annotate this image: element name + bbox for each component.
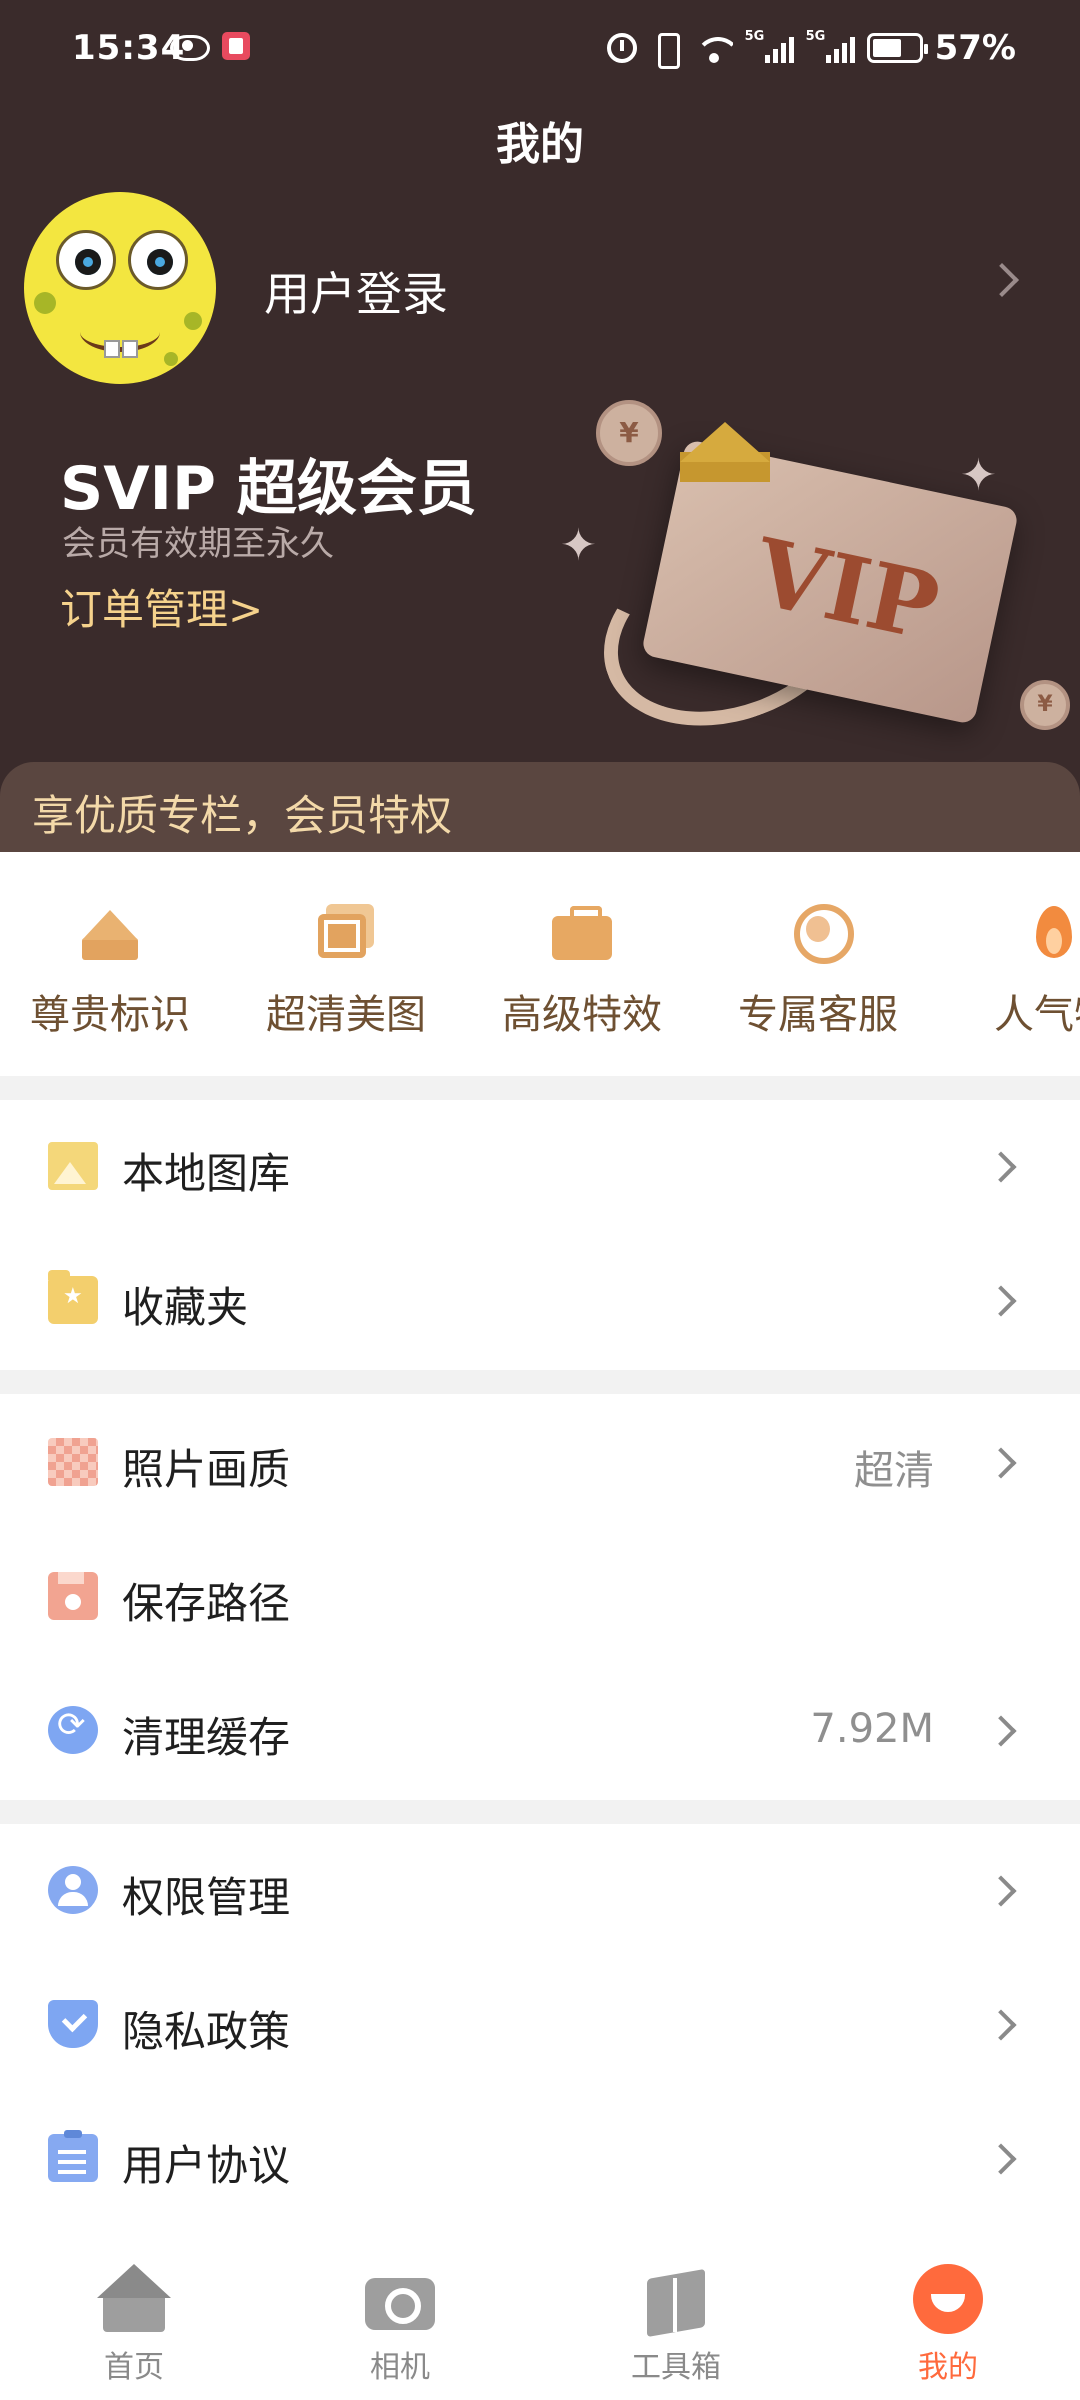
- menu-label: 权限管理: [122, 1873, 291, 1922]
- crown-icon: [78, 904, 142, 960]
- nav-label: 工具箱: [631, 2350, 721, 2385]
- status-right-icons: 5G 5G 57%: [606, 28, 1016, 69]
- battery-icon: [866, 33, 928, 63]
- chevron-right-icon: [985, 1151, 1017, 1183]
- chevron-right-icon: [985, 2009, 1017, 2041]
- section-divider: [0, 1076, 1080, 1100]
- privilege-item[interactable]: 人气特: [944, 904, 1080, 1040]
- battery-level: 57%: [934, 28, 1016, 68]
- clipboard-icon: [48, 2130, 98, 2182]
- login-button[interactable]: 用户登录: [264, 258, 448, 324]
- page-title: 我的: [496, 119, 584, 170]
- status-bar: 15:34 5G 5G 57%: [0, 0, 1080, 104]
- nav-label: 首页: [104, 2350, 164, 2385]
- privilege-item[interactable]: 尊贵标识: [0, 904, 220, 1040]
- avatar[interactable]: [24, 192, 216, 384]
- nav-camera[interactable]: 相机: [310, 2264, 490, 2386]
- chevron-right-icon: [985, 1285, 1017, 1317]
- alarm-icon: [606, 33, 637, 63]
- me-icon: [913, 2264, 983, 2334]
- nav-label: 相机: [370, 2350, 430, 2385]
- order-management-link[interactable]: 订单管理>: [60, 576, 263, 637]
- section-divider: [0, 1370, 1080, 1394]
- privileges-row: 尊贵标识 超清美图 高级特效 专属客服 人气特: [0, 852, 1080, 1076]
- home-icon: [97, 2264, 171, 2334]
- privilege-label: 专属客服: [738, 992, 898, 1038]
- chevron-right-icon: [985, 2143, 1017, 2175]
- menu-label: 隐私政策: [122, 2007, 291, 2056]
- privilege-item[interactable]: 专属客服: [708, 904, 928, 1040]
- wifi-icon: [694, 33, 733, 63]
- menu-item-photo-quality[interactable]: 照片画质 超清: [0, 1396, 1080, 1530]
- signal-tag-2: 5G: [805, 29, 826, 44]
- signal-tag: 5G: [744, 29, 765, 44]
- menu-label: 照片画质: [122, 1445, 291, 1494]
- menu-item-favorites[interactable]: 收藏夹: [0, 1234, 1080, 1368]
- menu-label: 用户协议: [122, 2141, 291, 2190]
- coin-icon: ¥: [596, 400, 662, 466]
- chevron-right-icon: [985, 1715, 1017, 1747]
- signal-icon: 5G: [745, 29, 794, 63]
- section-divider: [0, 1800, 1080, 1824]
- vip-card-illustration: ✦ ✦ ¥ ¥ VIP: [560, 380, 1080, 780]
- privilege-banner-text: 享优质专栏，会员特权: [32, 791, 453, 840]
- menu-label: 本地图库: [122, 1149, 291, 1198]
- user-lock-icon: [48, 1866, 98, 1914]
- menu-item-clear-cache[interactable]: 清理缓存 7.92M: [0, 1664, 1080, 1798]
- checker-quality-icon: [48, 1438, 98, 1486]
- headset-icon: [786, 904, 854, 964]
- sparkle-icon: ✦: [960, 450, 997, 501]
- nav-me[interactable]: 我的: [858, 2264, 1038, 2386]
- menu-label: 收藏夹: [122, 1283, 249, 1332]
- menu-label: 清理缓存: [122, 1713, 291, 1762]
- bottom-nav: 首页 相机 工具箱 我的: [0, 2250, 1080, 2400]
- svip-validity: 会员有效期至永久: [62, 524, 334, 564]
- privilege-banner[interactable]: 享优质专栏，会员特权: [0, 762, 1080, 852]
- chevron-right-icon: [985, 1875, 1017, 1907]
- briefcase-icon: [550, 904, 614, 960]
- nav-label: 我的: [918, 2350, 978, 2385]
- menu-item-permissions[interactable]: 权限管理: [0, 1824, 1080, 1958]
- sparkle-icon: ✦: [560, 520, 597, 571]
- privilege-item[interactable]: 高级特效: [472, 904, 692, 1040]
- fire-icon: [1022, 904, 1080, 960]
- crown-icon: [680, 422, 770, 482]
- photo-quality-value: 超清: [854, 1448, 934, 1494]
- menu-label: 保存路径: [122, 1579, 291, 1628]
- menu-item-save-path[interactable]: 保存路径: [0, 1530, 1080, 1664]
- menu-item-agreement[interactable]: 用户协议: [0, 2092, 1080, 2226]
- svip-title: SVIP 超级会员: [60, 454, 477, 524]
- privilege-item[interactable]: 超清美图: [236, 904, 456, 1040]
- chevron-right-icon[interactable]: [985, 263, 1019, 297]
- menu-item-privacy[interactable]: 隐私政策: [0, 1958, 1080, 2092]
- book-app-icon: [222, 32, 250, 60]
- privilege-label: 超清美图: [266, 992, 426, 1038]
- cache-size-value: 7.92M: [810, 1706, 934, 1752]
- nav-toolbox[interactable]: 工具箱: [586, 2264, 766, 2386]
- gallery-icon: [48, 1142, 98, 1190]
- refresh-icon: [48, 1706, 98, 1754]
- camera-icon: [363, 2264, 437, 2334]
- coin-icon: ¥: [1020, 680, 1070, 730]
- menu-item-gallery[interactable]: 本地图库: [0, 1100, 1080, 1234]
- signal-icon-2: 5G: [806, 29, 855, 63]
- vip-card-label: VIP: [745, 517, 948, 662]
- chevron-right-icon: [985, 1447, 1017, 1479]
- status-left-icons: [168, 32, 250, 61]
- save-disk-icon: [48, 1572, 98, 1620]
- privilege-label: 人气特: [994, 992, 1080, 1038]
- toolbox-icon: [639, 2264, 713, 2334]
- eye-icon: [168, 33, 210, 61]
- folder-star-icon: [48, 1270, 98, 1324]
- profile-header: 15:34 5G 5G 57% 我的 用户登录 SVIP 超级会员 会员有效期至…: [0, 0, 1080, 852]
- shield-check-icon: [48, 2000, 98, 2048]
- nav-home[interactable]: 首页: [44, 2264, 224, 2386]
- hd-image-icon: [314, 904, 378, 960]
- vibrate-icon: [649, 31, 683, 69]
- privilege-label: 尊贵标识: [30, 992, 190, 1038]
- privilege-label: 高级特效: [502, 992, 662, 1038]
